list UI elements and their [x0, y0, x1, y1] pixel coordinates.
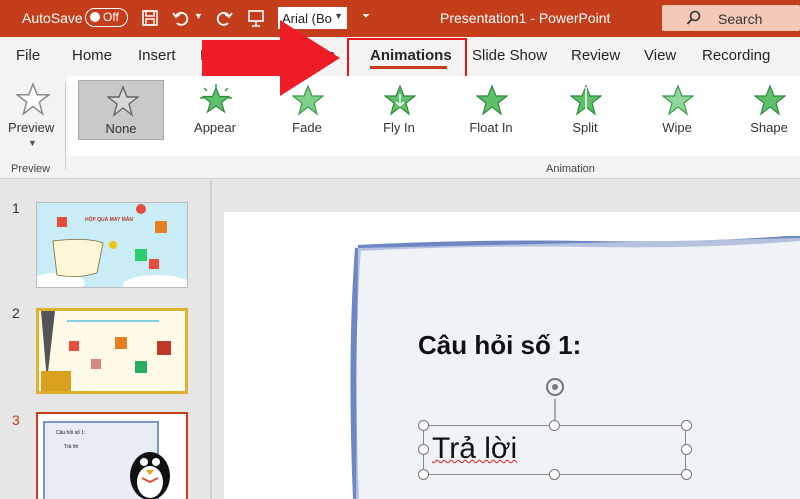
slide-thumbnail-2[interactable]: [36, 308, 188, 394]
preview-star-icon: [16, 82, 50, 116]
animation-label: None: [105, 121, 137, 136]
animation-label: Fade: [292, 120, 322, 135]
animation-label: Split: [572, 120, 598, 135]
annotation-highlight-box: [347, 38, 467, 80]
title-bar: AutoSave Off ▼ Arial (Bo ▼ ⏷ Presentatio…: [0, 0, 800, 37]
tab-insert[interactable]: Insert: [138, 47, 176, 64]
animation-group-label: Animation: [546, 163, 595, 175]
slide-3-preview: [43, 421, 170, 499]
preview-label: Preview: [8, 120, 55, 135]
ribbon-animations: Preview ▼ Preview None Appear Fade Fly I…: [0, 76, 800, 179]
autosave-toggle[interactable]: Off: [85, 8, 128, 27]
animation-split[interactable]: Split: [542, 80, 628, 140]
animation-label: Float In: [469, 120, 513, 135]
search-label: Search: [718, 11, 763, 27]
tab-recording[interactable]: Recording: [702, 47, 770, 64]
star-outline-icon: [107, 85, 139, 117]
tab-view[interactable]: View: [644, 47, 676, 64]
slide-3-title: Câu hỏi số 1:: [56, 430, 86, 436]
tab-file[interactable]: File: [16, 47, 40, 64]
tab-home[interactable]: Home: [72, 47, 112, 64]
chevron-down-icon: ▼: [28, 138, 37, 148]
slide-3-subtitle: Trả lời: [64, 444, 79, 450]
question-text: Câu hỏi số 1:: [418, 330, 582, 360]
slide-thumbnail-3[interactable]: Câu hỏi số 1: Trả lời: [36, 412, 188, 499]
star-green-icon: [384, 84, 416, 116]
preview-group-label: Preview: [11, 163, 51, 175]
tab-review[interactable]: Review: [571, 47, 620, 64]
resize-handle-right[interactable]: [681, 444, 692, 455]
customize-toolbar-icon[interactable]: ⏷: [362, 11, 370, 22]
animation-gallery: None Appear Fade Fly In Float In Split W…: [68, 76, 800, 156]
preview-button[interactable]: Preview ▼: [4, 80, 60, 156]
answer-text: Trả lời: [432, 432, 518, 465]
resize-handle-top[interactable]: [549, 420, 560, 431]
slide-thumbnail-1[interactable]: HỘP QUÀ MAY MẮN: [36, 202, 188, 288]
animation-float-in[interactable]: Float In: [448, 80, 534, 140]
annotation-arrow-icon: [202, 20, 340, 96]
star-green-icon: [570, 84, 602, 116]
group-divider: [65, 82, 66, 170]
slide-number: 2: [12, 305, 20, 321]
resize-handle-bottom-right[interactable]: [681, 469, 692, 480]
resize-handle-bottom-left[interactable]: [418, 469, 429, 480]
search-icon: [686, 10, 701, 25]
rotate-handle-icon[interactable]: [541, 375, 569, 423]
star-green-icon: [476, 84, 508, 116]
autosave-label: AutoSave: [22, 10, 83, 26]
tab-slide-show[interactable]: Slide Show: [472, 47, 547, 64]
slide-number: 1: [12, 200, 20, 216]
slides-panel: 1 HỘP QUÀ MAY MẮN 2 3 Câu hỏi số 1: Trả: [0, 180, 210, 499]
search-box[interactable]: Search: [662, 5, 800, 31]
panel-divider: [210, 180, 212, 499]
answer-text-box[interactable]: Trả lời: [432, 432, 517, 466]
resize-handle-top-left[interactable]: [418, 420, 429, 431]
animation-none[interactable]: None: [78, 80, 164, 140]
resize-handle-left[interactable]: [418, 444, 429, 455]
animation-label: Wipe: [662, 120, 692, 135]
question-title[interactable]: Câu hỏi số 1:: [418, 330, 581, 361]
slide-2-preview: [41, 311, 171, 391]
slide-1-title: HỘP QUÀ MAY MẮN: [85, 217, 133, 223]
star-green-icon: [662, 84, 694, 116]
animation-fly-in[interactable]: Fly In: [356, 80, 442, 140]
resize-handle-top-right[interactable]: [681, 420, 692, 431]
autosave-state: Off: [103, 10, 119, 24]
slide-1-preview: [37, 204, 187, 287]
animation-label: Shape: [750, 120, 788, 135]
slide-number: 3: [12, 412, 20, 428]
document-title: Presentation1 - PowerPoint: [440, 10, 611, 26]
resize-handle-bottom[interactable]: [549, 469, 560, 480]
animation-label: Fly In: [383, 120, 415, 135]
animation-label: Appear: [194, 120, 236, 135]
animation-wipe[interactable]: Wipe: [634, 80, 720, 140]
save-icon[interactable]: [140, 8, 160, 28]
animation-shape[interactable]: Shape: [726, 80, 800, 140]
toggle-knob: [90, 12, 100, 22]
star-green-icon: [754, 84, 786, 116]
